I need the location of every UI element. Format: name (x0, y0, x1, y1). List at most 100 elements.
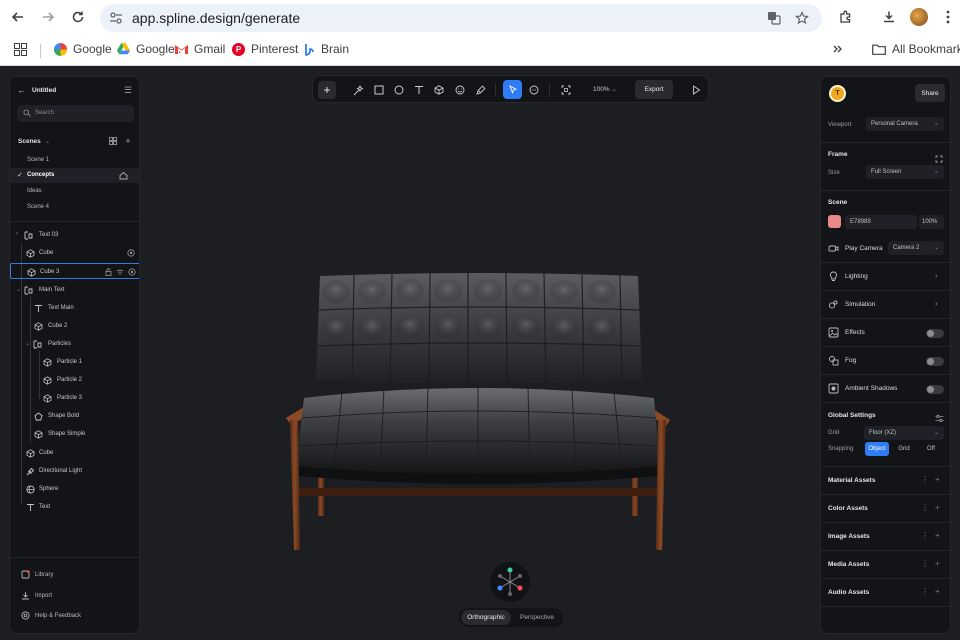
color-assets-header[interactable]: Color Assets (828, 505, 868, 512)
more-options-icon[interactable]: ⋮ (921, 587, 929, 596)
hamburger-menu-icon[interactable]: ☰ (124, 85, 132, 96)
layer-item-cube-selected[interactable]: Cube 3 (10, 263, 139, 279)
bookmark-google[interactable]: Google (54, 41, 112, 57)
bookmark-star-icon[interactable] (794, 10, 810, 26)
ellipse-tool[interactable] (391, 82, 407, 98)
layer-item-cube[interactable]: Cube (10, 445, 139, 461)
camera-select[interactable]: Camera 2 ⌄ (888, 241, 944, 255)
layer-item-text[interactable]: Text Main (10, 300, 139, 316)
pen-tool[interactable] (473, 82, 489, 98)
layer-item-shape[interactable]: Shape Bold (10, 408, 139, 424)
emoji-tool[interactable] (452, 82, 468, 98)
bookmark-brain[interactable]: Brain (304, 41, 349, 57)
export-button[interactable]: Export (635, 80, 673, 99)
orthographic-button[interactable]: Orthographic (461, 610, 511, 625)
size-select[interactable]: Full Screen ⌄ (866, 165, 944, 179)
layer-item-cube[interactable]: Particle 2 (10, 372, 139, 388)
project-title[interactable]: Untitled (32, 87, 56, 94)
layer-item-group[interactable]: ⌄ Particles (10, 336, 139, 352)
layer-item-cube[interactable]: Particle 3 (10, 390, 139, 406)
snapping-object-button[interactable]: Object (865, 442, 889, 456)
layer-item-group[interactable]: ⌄ Main Text (10, 282, 139, 298)
layer-item-light[interactable]: Directional Light (10, 463, 139, 479)
rectangle-tool[interactable] (371, 82, 387, 98)
media-assets-header[interactable]: Media Assets (828, 561, 869, 568)
comment-tool[interactable] (526, 82, 542, 98)
scene-color-swatch[interactable] (828, 215, 841, 228)
apps-grid-icon[interactable] (14, 41, 27, 57)
bookmark-pinterest[interactable]: P Pinterest (232, 41, 298, 57)
scene-item-active[interactable]: ✓ Concepts (10, 168, 139, 183)
cube-tool[interactable] (431, 82, 447, 98)
chevron-right-icon[interactable]: › (935, 299, 938, 308)
chevron-down-icon[interactable]: ⌄ (16, 286, 21, 293)
all-bookmarks-button[interactable]: All Bookmarks (872, 41, 960, 57)
import-button[interactable]: Import (21, 591, 52, 600)
lighting-label[interactable]: Lighting (845, 273, 868, 280)
search-input[interactable]: Search (17, 105, 134, 122)
library-button[interactable]: Library (21, 570, 53, 579)
scene-item[interactable]: Scene 4 (10, 200, 139, 215)
ambient-shadows-toggle[interactable] (926, 385, 944, 394)
viewport-select[interactable]: Personal Camera ⌄ (866, 117, 944, 131)
scenes-header[interactable]: Scenes ⌄ (18, 137, 50, 145)
back-button[interactable] (7, 6, 29, 28)
add-icon[interactable]: + (935, 559, 940, 568)
profile-avatar[interactable] (910, 8, 928, 26)
add-scene-icon[interactable]: + (123, 136, 133, 146)
extensions-icon[interactable] (835, 7, 855, 27)
perspective-button[interactable]: Perspective (513, 610, 561, 625)
address-bar[interactable]: app.spline.design/generate (100, 4, 822, 32)
add-icon[interactable]: + (935, 531, 940, 540)
back-arrow-icon[interactable]: ← (17, 85, 26, 95)
snapping-grid-button[interactable]: Grid (892, 442, 916, 456)
zoom-level-dropdown[interactable]: 100% ⌄ (593, 85, 617, 93)
chevron-down-icon[interactable]: ⌄ (25, 340, 30, 347)
chevron-right-icon[interactable]: › (935, 271, 938, 280)
play-button[interactable] (688, 82, 704, 98)
lock-icon[interactable] (105, 268, 112, 276)
effects-toggle[interactable] (926, 329, 944, 338)
layer-item-sphere[interactable]: Sphere (10, 481, 139, 497)
layer-item-cube[interactable]: Particle 1 (10, 354, 139, 370)
layer-item-shape[interactable]: Shape Simple (10, 426, 139, 442)
more-menu-icon[interactable] (938, 7, 958, 27)
bookmark-gmail[interactable]: Gmail (175, 41, 225, 57)
scene-opacity-input[interactable]: 100% (919, 215, 944, 229)
add-icon[interactable]: + (935, 475, 940, 484)
simulation-label[interactable]: Simulation (845, 301, 875, 308)
reload-button[interactable] (67, 6, 89, 28)
ai-generate-button[interactable] (350, 82, 366, 98)
translate-icon[interactable] (766, 10, 782, 26)
download-icon[interactable] (879, 7, 899, 27)
user-avatar[interactable]: T (829, 85, 846, 102)
scene-color-input[interactable]: E78989 (845, 215, 917, 229)
scene-item[interactable]: Scene 1 (10, 153, 139, 168)
site-settings-icon[interactable] (108, 10, 124, 26)
add-icon[interactable]: + (935, 503, 940, 512)
select-tool-active[interactable] (503, 80, 522, 99)
chevron-right-icon[interactable]: › (16, 231, 18, 237)
eye-icon[interactable] (127, 249, 135, 257)
more-options-icon[interactable]: ⋮ (921, 531, 929, 540)
add-object-button[interactable]: + (318, 81, 336, 99)
grid-select[interactable]: Floor (XZ) ⌄ (864, 426, 944, 440)
more-options-icon[interactable]: ⋮ (921, 503, 929, 512)
text-tool[interactable] (411, 82, 427, 98)
help-feedback-button[interactable]: Help & Feedback (21, 611, 81, 620)
sofa-3d-object[interactable] (282, 270, 674, 550)
forward-button[interactable] (37, 6, 59, 28)
more-options-icon[interactable]: ⋮ (921, 475, 929, 484)
home-icon[interactable] (119, 171, 128, 180)
bookmarks-overflow-icon[interactable] (833, 41, 843, 57)
eye-icon[interactable] (128, 268, 136, 276)
add-icon[interactable]: + (935, 587, 940, 596)
fog-toggle[interactable] (926, 357, 944, 366)
image-assets-header[interactable]: Image Assets (828, 533, 870, 540)
view-orientation-gizmo[interactable] (490, 562, 530, 602)
frame-tool[interactable] (558, 82, 574, 98)
layer-item-cube[interactable]: Cube 2 (10, 318, 139, 334)
layer-item-cube[interactable]: Cube (10, 245, 139, 261)
snapping-off-button[interactable]: Off (919, 442, 943, 456)
grid-view-icon[interactable] (108, 136, 118, 146)
